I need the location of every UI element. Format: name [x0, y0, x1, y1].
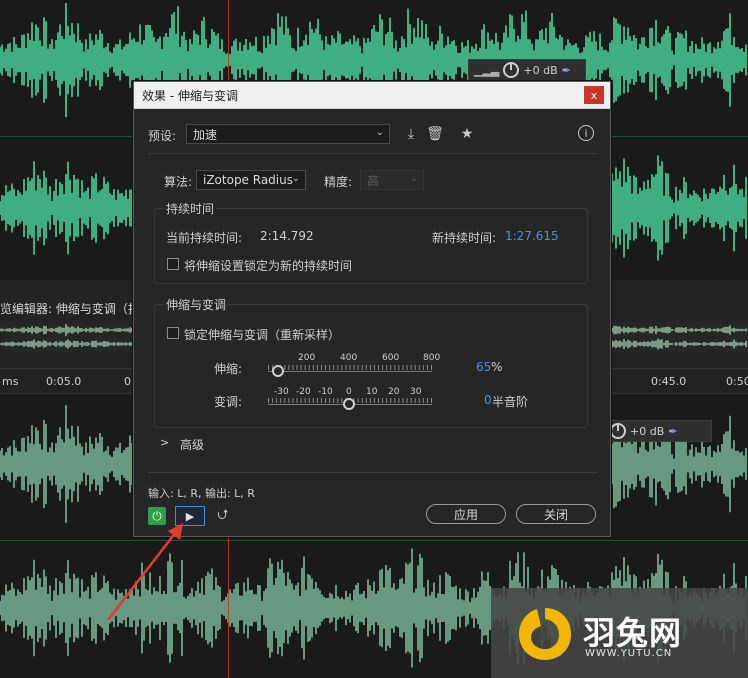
watermark-url: WWW.YUTU.CN [585, 648, 673, 659]
annotation-arrow [107, 523, 183, 621]
yutu-logo-icon [519, 608, 571, 660]
app-window: ▁▂▃ +0 dB ✒ 览编辑器: 伸缩与变调（扫 ms 0:05.0 0 0:… [0, 0, 748, 678]
watermark: 羽兔网 WWW.YUTU.CN [491, 588, 748, 678]
